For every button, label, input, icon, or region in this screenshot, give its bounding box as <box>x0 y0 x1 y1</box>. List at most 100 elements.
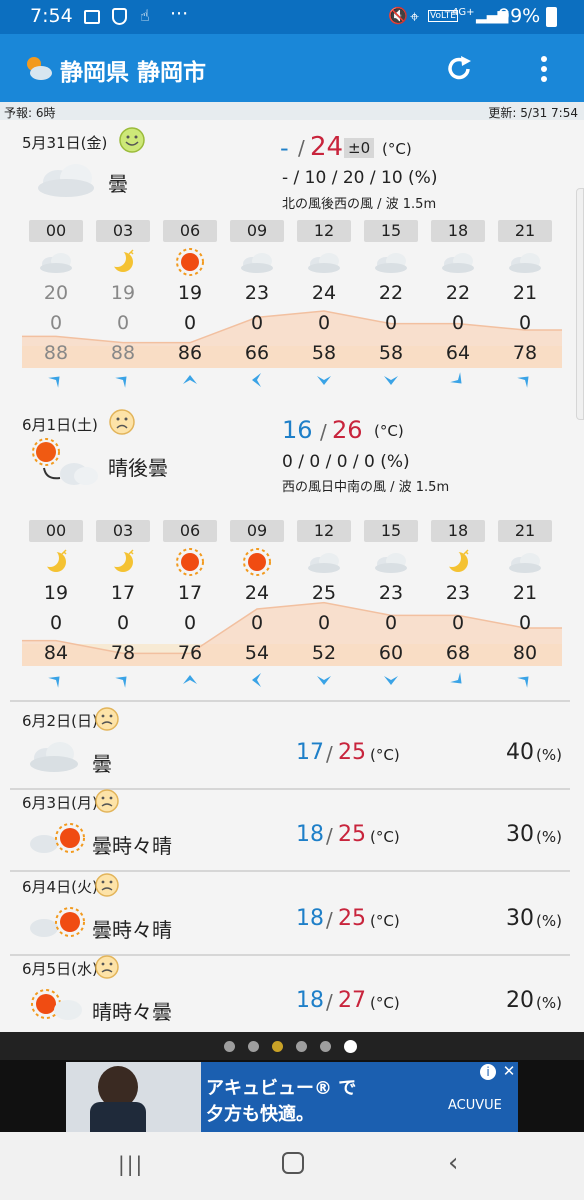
scrollbar-thumb[interactable] <box>576 188 584 420</box>
week-row[interactable]: 6月5日(水) 晴時々曇 18/27 (°C) 20 (%) <box>0 955 584 1038</box>
wind-west-arrow <box>252 373 261 387</box>
day2-rain-chance: 0 / 0 / 0 / 0 (%) <box>282 452 410 472</box>
week-date: 6月3日(月) <box>22 794 98 812</box>
week-weather: 曇時々晴 <box>92 834 172 858</box>
hour-label: 21 <box>498 220 552 242</box>
hour-temp: 22 <box>445 282 471 304</box>
refresh-icon[interactable] <box>444 54 474 84</box>
week-min-temp: 17 <box>296 740 324 765</box>
moon-icon <box>108 249 134 272</box>
ad-photo <box>66 1062 201 1132</box>
page-dot[interactable] <box>224 1041 235 1052</box>
cloud-icon <box>509 553 541 573</box>
hour-precip: 0 <box>384 612 398 634</box>
page-dot[interactable] <box>344 1040 357 1053</box>
cloud-icon <box>241 253 273 273</box>
wind-south-arrow <box>384 676 398 685</box>
moon-icon <box>41 549 67 572</box>
week-pop: 20 <box>506 988 534 1013</box>
hour-precip: 0 <box>250 312 264 334</box>
hour-precip: 0 <box>49 312 63 334</box>
wind-south-arrow <box>317 676 331 685</box>
forecast-content[interactable]: 5月31日(金) 曇 - / 24 ±0 (°C) - / 10 / 20 / … <box>0 120 584 1032</box>
ad-image[interactable]: アキュビュー® で 夕方も快適。 ACUVUE i ✕ <box>66 1062 518 1132</box>
page-dot[interactable] <box>296 1041 307 1052</box>
cloud-icon <box>375 253 407 273</box>
sad-face-icon <box>95 873 119 897</box>
hour-precip: 0 <box>518 612 532 634</box>
week-row[interactable]: 6月3日(月) 曇時々晴 18/25 (°C) 30 (%) <box>0 789 584 872</box>
hour-temp: 20 <box>43 282 69 304</box>
cloud-icon <box>509 253 541 273</box>
back-icon[interactable]: ‹ <box>448 1148 458 1178</box>
hour-humidity: 86 <box>177 342 203 364</box>
hour-precip: 0 <box>518 312 532 334</box>
sun-icon <box>176 548 204 576</box>
wind-southwest-arrow <box>450 372 462 384</box>
week-temp-unit: (°C) <box>370 746 400 764</box>
week-min-temp: 18 <box>296 988 324 1013</box>
wind-southwest-arrow <box>450 672 462 684</box>
ad-line1: アキュビュー® で <box>206 1078 357 1099</box>
temp-separator: / <box>326 824 333 848</box>
wind-west-arrow <box>252 673 261 687</box>
cloud-icon <box>308 553 340 573</box>
hour-label: 09 <box>230 520 284 542</box>
updated-time: 更新: 5/31 7:54 <box>488 106 578 120</box>
hour-precip: 0 <box>116 312 130 334</box>
hour-label: 15 <box>364 520 418 542</box>
day2-date: 6月1日(土) <box>22 416 98 434</box>
hour-label: 18 <box>431 520 485 542</box>
wind-south-arrow <box>317 376 331 385</box>
hour-temp: 25 <box>311 582 337 604</box>
page-dot[interactable] <box>320 1041 331 1052</box>
day1-date: 5月31日(金) <box>22 134 108 152</box>
hour-label: 12 <box>297 220 351 242</box>
hour-temp: 24 <box>311 282 337 304</box>
hour-humidity: 78 <box>110 642 136 664</box>
week-pop-unit: (%) <box>536 828 562 846</box>
week-max-temp: 25 <box>338 822 366 847</box>
ad-line2: 夕方も快適。 <box>206 1104 314 1125</box>
sad-face-icon <box>109 409 135 435</box>
ad-close-icon[interactable]: ✕ <box>500 1062 518 1080</box>
hour-humidity: 76 <box>177 642 203 664</box>
hour-temp: 23 <box>244 282 270 304</box>
day1-rain-chance: - / 10 / 20 / 10 (%) <box>282 168 438 188</box>
recent-apps-icon[interactable]: ||| <box>118 1152 144 1176</box>
week-pop: 40 <box>506 740 534 765</box>
location-icon: ⌖ <box>410 7 420 26</box>
moon-icon <box>108 549 134 572</box>
cloud-sun-icon <box>30 823 85 853</box>
hour-temp: 23 <box>445 582 471 604</box>
more-menu-icon[interactable] <box>536 54 552 84</box>
hour-temp: 19 <box>110 282 136 304</box>
hour-label: 12 <box>297 520 351 542</box>
moon-icon <box>443 549 469 572</box>
week-date: 6月4日(火) <box>22 878 98 896</box>
week-weather: 曇時々晴 <box>92 918 172 942</box>
ad-info-icon[interactable]: i <box>480 1064 496 1080</box>
week-temp-unit: (°C) <box>370 994 400 1012</box>
hour-temp: 17 <box>110 582 136 604</box>
touch-icon: ☝ <box>140 6 150 25</box>
page-dot[interactable] <box>248 1041 259 1052</box>
hour-humidity: 64 <box>445 342 471 364</box>
week-row[interactable]: 6月4日(火) 曇時々晴 18/25 (°C) 30 (%) <box>0 873 584 956</box>
week-temp-unit: (°C) <box>370 828 400 846</box>
ad-banner[interactable]: アキュビュー® で 夕方も快適。 ACUVUE i ✕ <box>0 1060 584 1132</box>
hour-humidity: 66 <box>244 342 270 364</box>
hour-temp: 21 <box>512 282 538 304</box>
week-date: 6月2日(日) <box>22 712 98 730</box>
hour-temp: 22 <box>378 282 404 304</box>
home-button[interactable] <box>282 1152 304 1174</box>
week-pop-unit: (%) <box>536 746 562 764</box>
cloud-icon <box>375 553 407 573</box>
week-row[interactable]: 6月2日(日) 曇 17/25 (°C) 40 (%) <box>0 707 584 790</box>
hour-label: 03 <box>96 220 150 242</box>
page-dot[interactable] <box>272 1041 283 1052</box>
day2-weather: 晴後曇 <box>108 456 168 480</box>
week-weather: 曇 <box>92 752 112 776</box>
hour-humidity: 68 <box>445 642 471 664</box>
cloud-icon <box>442 253 474 273</box>
